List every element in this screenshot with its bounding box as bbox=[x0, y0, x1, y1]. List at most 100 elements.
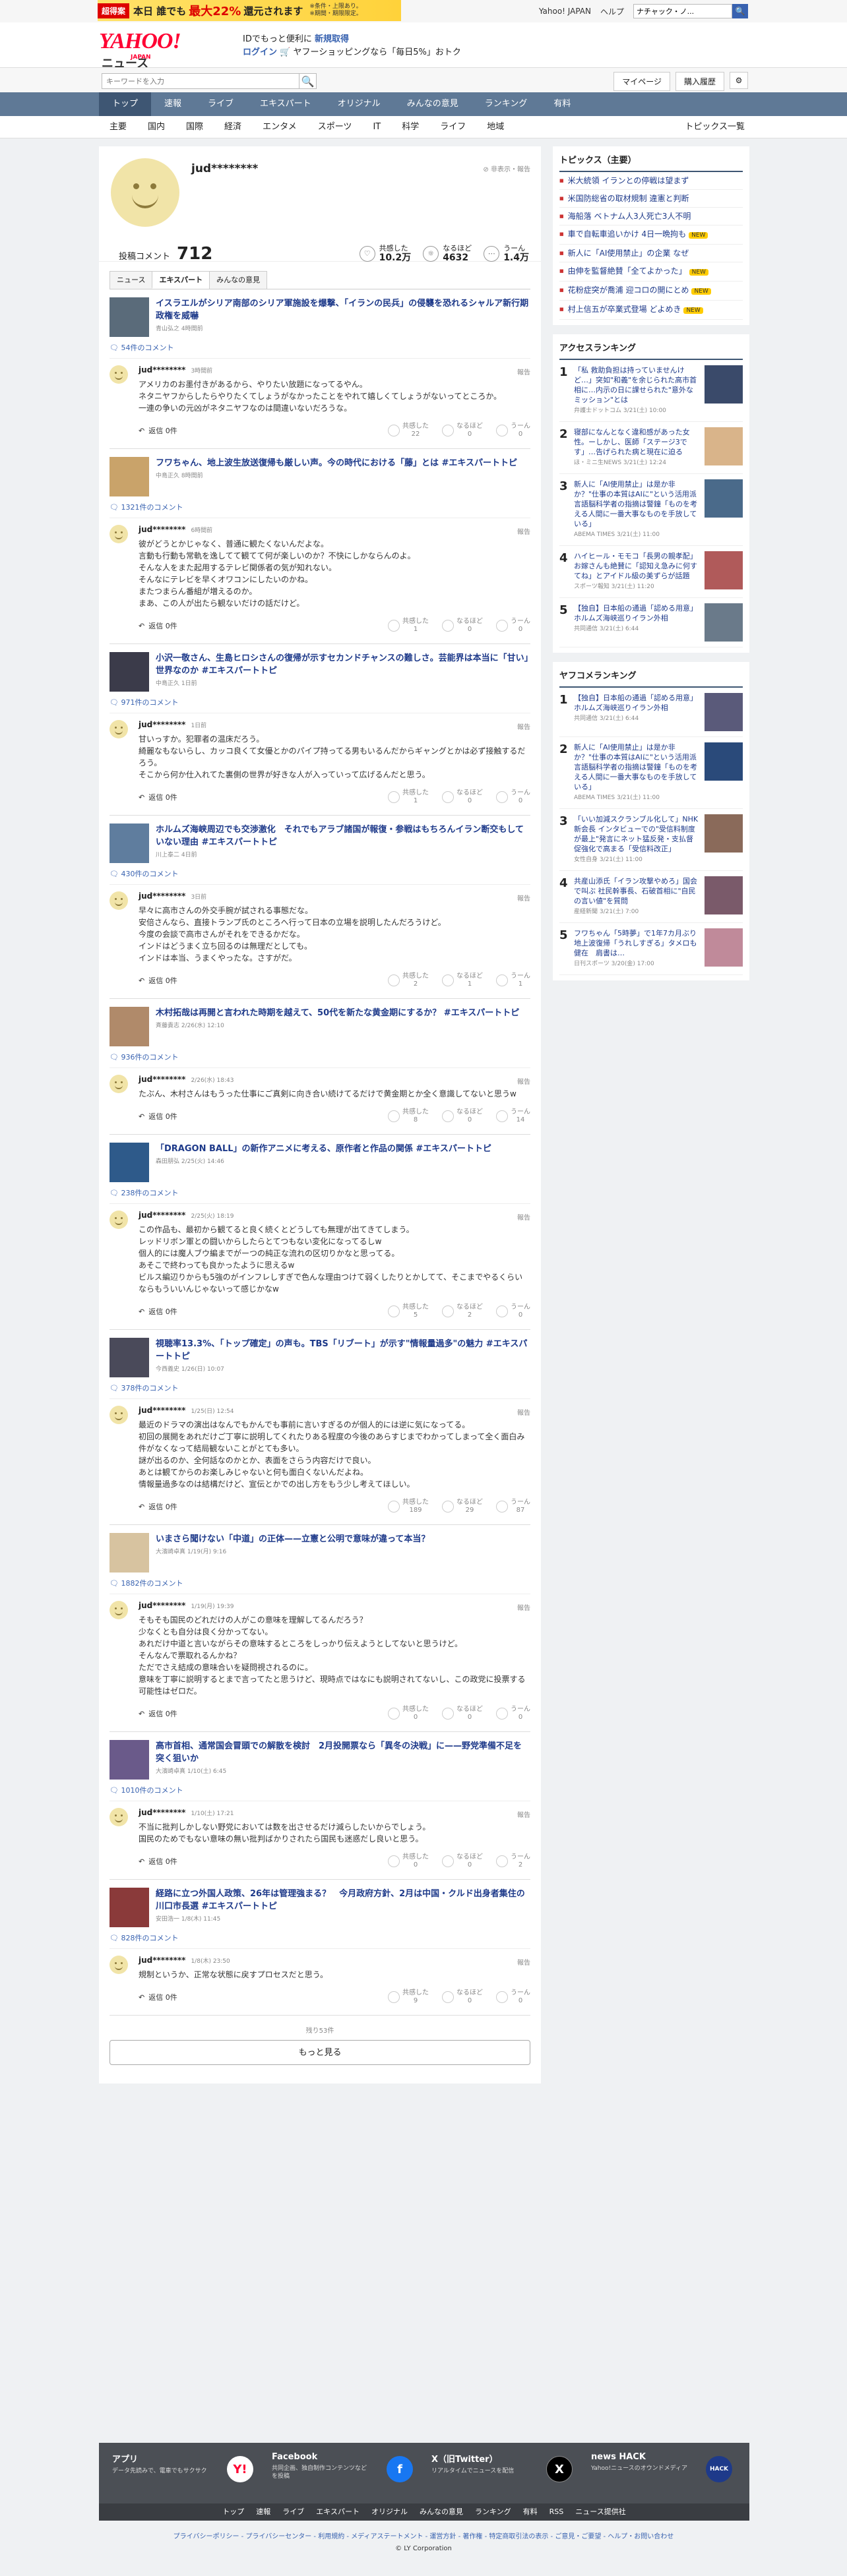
article-title[interactable]: 「DRAGON BALL」の新作アニメに考える、原作者と作品の関係 #エキスパー… bbox=[156, 1143, 491, 1155]
tab-news[interactable]: ニュース bbox=[110, 271, 153, 289]
reaction-button[interactable]: なるほど 29 bbox=[442, 1499, 483, 1514]
cat-entertainment[interactable]: エンタメ bbox=[252, 116, 307, 138]
reaction-button[interactable]: うーん 14 bbox=[496, 1108, 530, 1124]
article-thumbnail[interactable] bbox=[110, 1143, 149, 1182]
article-thumbnail[interactable] bbox=[110, 1740, 149, 1780]
gear-icon[interactable]: ⚙ bbox=[730, 72, 748, 89]
article-title[interactable]: 木村拓哉は再開と言われた時期を越えて、50代を新たな黄金期にするか？ #エキスパ… bbox=[156, 1007, 519, 1019]
hide-report-link[interactable]: ⊘ 非表示・報告 bbox=[483, 164, 530, 173]
article-title[interactable]: 経路に立つ外国人政策、26年は管理強まる？ 今月政府方針、2月は中国・クルド出身… bbox=[156, 1888, 530, 1913]
footer-newshack[interactable]: news HACK Yahoo!ニュースのオウンドメディア HACK bbox=[591, 2452, 743, 2482]
reaction-button[interactable]: なるほど 2 bbox=[442, 1303, 483, 1319]
footer-link[interactable]: ランキング bbox=[475, 2503, 511, 2521]
reaction-button[interactable]: うーん 0 bbox=[496, 423, 530, 438]
reply-button[interactable]: 返信 0件 bbox=[139, 792, 177, 802]
reaction-button[interactable]: なるほど 0 bbox=[442, 789, 483, 805]
reaction-button[interactable]: なるほど 0 bbox=[442, 1989, 483, 2005]
article-head[interactable]: 高市首相、通常国会冒頭での解散を検討 2月投開票なら「異冬の決戦」に——野党準備… bbox=[110, 1732, 530, 1780]
reaction-button[interactable]: うーん 0 bbox=[496, 1706, 530, 1722]
reaction-button[interactable]: 共感した 8 bbox=[388, 1108, 429, 1124]
reaction-button[interactable]: なるほど 0 bbox=[442, 1108, 483, 1124]
cat-life[interactable]: ライフ bbox=[429, 116, 476, 138]
article-head[interactable]: フワちゃん、地上波生放送復帰も厳しい声。今の時代における「藤」とは #エキスパー… bbox=[110, 449, 530, 496]
footer-link[interactable]: みんなの意見 bbox=[420, 2503, 463, 2521]
gnav-top[interactable]: トップ bbox=[99, 92, 152, 116]
reply-button[interactable]: 返信 0件 bbox=[139, 425, 177, 436]
reaction-button[interactable]: 共感した 9 bbox=[388, 1989, 429, 2005]
comment-count-link[interactable]: 🗨 54件のコメント bbox=[110, 342, 530, 353]
gnav-ranking[interactable]: ランキング bbox=[472, 92, 541, 116]
comment-count-link[interactable]: 🗨 936件のコメント bbox=[110, 1052, 530, 1062]
footer-link[interactable]: トップ bbox=[222, 2503, 244, 2521]
topic-item[interactable]: 村上信五が卒業式登場 どよめきNEW bbox=[559, 301, 743, 320]
topic-item[interactable]: 米大統領 イランとの停戦は望まず bbox=[559, 172, 743, 190]
article-title[interactable]: いまさら聞けない「中道」の正体——立憲と公明で意味が違って本当？ bbox=[156, 1533, 429, 1545]
ranking-item[interactable]: 5 【独自】日本船の通過「認める用意」 ホルムズ海峡巡りイラン外相 共同通信 3/… bbox=[559, 598, 743, 647]
ranking-item[interactable]: 4 ハイヒール・モモコ「長男の親孝配」お嫁さんも絶賛に「認知え急みに何すてね」と… bbox=[559, 546, 743, 598]
report-link[interactable]: 報告 bbox=[517, 1602, 530, 1612]
article-title[interactable]: イスラエルがシリア南部のシリア軍施設を爆撃、「イランの民兵」の侵襲を恐れるシャル… bbox=[156, 297, 530, 322]
reply-button[interactable]: 返信 0件 bbox=[139, 1708, 177, 1719]
gnav-flash[interactable]: 速報 bbox=[151, 92, 195, 116]
gnav-expert[interactable]: エキスパート bbox=[247, 92, 325, 116]
mypage-button[interactable]: マイページ bbox=[613, 72, 670, 91]
reaction-button[interactable]: なるほど 0 bbox=[442, 1853, 483, 1869]
cat-world[interactable]: 国際 bbox=[175, 116, 214, 138]
comment-count-link[interactable]: 🗨 238件のコメント bbox=[110, 1187, 530, 1198]
gnav-live[interactable]: ライブ bbox=[195, 92, 247, 116]
article-head[interactable]: 木村拓哉は再開と言われた時期を越えて、50代を新たな黄金期にするか？ #エキスパ… bbox=[110, 999, 530, 1046]
ranking-item[interactable]: 5 フワちゃん「5時夢」で1年7カ月ぶり地上波復帰「うれしすぎる」タメロも健在 … bbox=[559, 923, 743, 975]
report-link[interactable]: 報告 bbox=[517, 1957, 530, 1967]
footer-link[interactable]: 有料 bbox=[523, 2503, 538, 2521]
ranking-item[interactable]: 3 「いい加減スクランブル化して」NHK新会長 インタビューでの"受信料制度が最… bbox=[559, 809, 743, 871]
help-link[interactable]: ヘルプ bbox=[600, 6, 624, 17]
article-head[interactable]: イスラエルがシリア南部のシリア軍施設を爆撃、「イランの民兵」の侵襲を恐れるシャル… bbox=[110, 289, 530, 337]
reaction-button[interactable]: 共感した 5 bbox=[388, 1303, 429, 1319]
cat-domestic[interactable]: 国内 bbox=[137, 116, 175, 138]
footer-app[interactable]: アプリ データ先読みで、電車でもサクサク Y! bbox=[112, 2452, 264, 2482]
web-search-input[interactable] bbox=[633, 4, 732, 18]
article-thumbnail[interactable] bbox=[110, 457, 149, 496]
more-button[interactable]: もっと見る bbox=[110, 2040, 530, 2065]
reaction-button[interactable]: うーん 87 bbox=[496, 1499, 530, 1514]
article-head[interactable]: 小沢一敬さん、生島ヒロシさんの復帰が示すセカンドチャンスの難しさ。芸能界は本当に… bbox=[110, 644, 530, 692]
article-thumbnail[interactable] bbox=[110, 652, 149, 692]
report-link[interactable]: 報告 bbox=[517, 893, 530, 903]
tab-expert[interactable]: エキスパート bbox=[152, 271, 210, 289]
ranking-item[interactable]: 2 寝部になんとなく違和感があった女性。ーしかし、医師「ステージ3です」…告げら… bbox=[559, 422, 743, 474]
reply-button[interactable]: 返信 0件 bbox=[139, 975, 177, 986]
article-head[interactable]: 経路に立つ外国人政策、26年は管理強まる？ 今月政府方針、2月は中国・クルド出身… bbox=[110, 1880, 530, 1927]
signup-link[interactable]: 新規取得 bbox=[315, 34, 349, 44]
footer-link[interactable]: オリジナル bbox=[371, 2503, 408, 2521]
comment-count-link[interactable]: 🗨 1010件のコメント bbox=[110, 1785, 530, 1795]
ranking-item[interactable]: 1 「私 救助負担は持っていませんけど…」突如"和義"を余じられた高市首相に…内… bbox=[559, 360, 743, 422]
article-title[interactable]: ホルムズ海峡周辺でも交渉激化 それでもアラブ諸国が報復・参戦はもちろんイラン断交… bbox=[156, 824, 530, 849]
reaction-button[interactable]: 共感した 0 bbox=[388, 1706, 429, 1722]
article-thumbnail[interactable] bbox=[110, 1888, 149, 1927]
reaction-button[interactable]: なるほど 0 bbox=[442, 618, 483, 634]
topic-item[interactable]: 新人に「AI使用禁止」の企業 なぜ bbox=[559, 245, 743, 262]
comment-count-link[interactable]: 🗨 378件のコメント bbox=[110, 1383, 530, 1393]
footer-link[interactable]: ニュース提供社 bbox=[575, 2503, 625, 2521]
article-thumbnail[interactable] bbox=[110, 824, 149, 863]
article-head[interactable]: ホルムズ海峡周辺でも交渉激化 それでもアラブ諸国が報復・参戦はもちろんイラン断交… bbox=[110, 816, 530, 863]
article-thumbnail[interactable] bbox=[110, 1007, 149, 1046]
reaction-button[interactable]: うーん 0 bbox=[496, 618, 530, 634]
reaction-button[interactable]: 共感した 2 bbox=[388, 973, 429, 988]
search-icon[interactable]: 🔍 bbox=[732, 4, 748, 18]
article-title[interactable]: フワちゃん、地上波生放送復帰も厳しい声。今の時代における「藤」とは #エキスパー… bbox=[156, 457, 517, 469]
cat-economy[interactable]: 経済 bbox=[214, 116, 252, 138]
ranking-item[interactable]: 3 新人に「AI使用禁止」は是か非か？"仕事の本質はAIに"という活用派 言語脳… bbox=[559, 474, 743, 546]
footer-link[interactable]: 速報 bbox=[256, 2503, 270, 2521]
cat-science[interactable]: 科学 bbox=[391, 116, 429, 138]
gnav-original[interactable]: オリジナル bbox=[325, 92, 394, 116]
reaction-button[interactable]: 共感した 22 bbox=[388, 423, 429, 438]
article-head[interactable]: 「DRAGON BALL」の新作アニメに考える、原作者と作品の関係 #エキスパー… bbox=[110, 1135, 530, 1182]
login-link[interactable]: ログイン bbox=[243, 47, 277, 57]
news-search-input[interactable] bbox=[102, 73, 299, 89]
purchase-history-button[interactable]: 購入履歴 bbox=[675, 72, 724, 91]
report-link[interactable]: 報告 bbox=[517, 367, 530, 376]
article-head[interactable]: 視聴率13.3%、「トップ確定」の声も。TBS「リブート」が示す"情報量過多"の… bbox=[110, 1330, 530, 1377]
topic-item[interactable]: 車で自転車追いかけ 4日一晩拘もNEW bbox=[559, 225, 743, 245]
report-link[interactable]: 報告 bbox=[517, 1407, 530, 1417]
